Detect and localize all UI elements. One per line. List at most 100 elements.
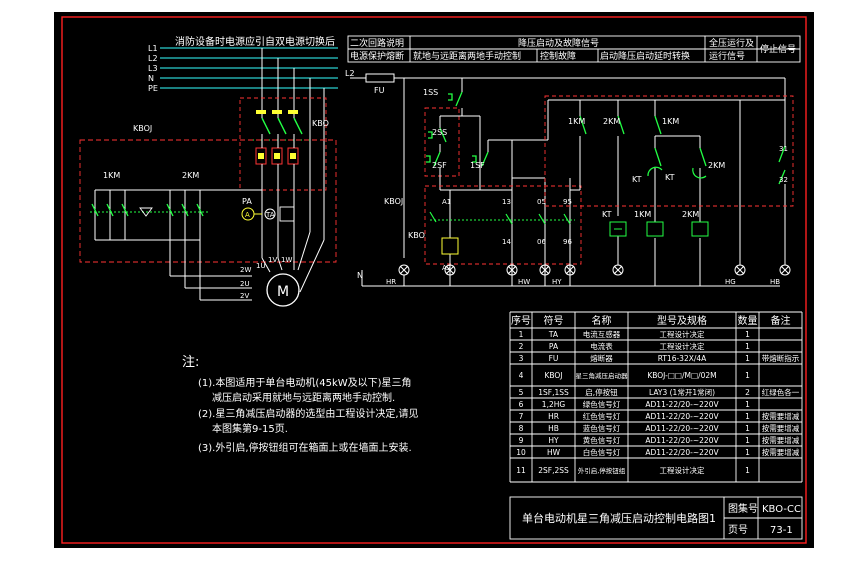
terminal-95: 95 <box>563 198 572 206</box>
note-line: 本图集第9-15页. <box>212 422 288 435</box>
table-cell: 1 <box>745 330 750 339</box>
table-cell: 红绿色各一 <box>762 387 800 397</box>
header-cell: 降压启动及故障信号 <box>518 37 599 49</box>
table-cell: 1 <box>745 354 750 363</box>
header-cell: 启动降压启动延时转换 <box>600 50 690 62</box>
n-label: N <box>357 271 363 280</box>
table-cell: 电流表 <box>590 341 613 351</box>
note-line: 减压启动采用就地与远距离两地手动控制. <box>212 391 395 404</box>
table-header-cell: 型号及规格 <box>657 314 707 327</box>
coil-label: 1KM <box>634 210 651 219</box>
table-cell: LAY3 (1常开1常闭) <box>649 388 715 397</box>
header-cell: 控制故障 <box>540 50 576 62</box>
table-cell: KBOJ-□□/M□/02M <box>647 371 716 380</box>
table-cell: 7 <box>519 412 524 421</box>
table-cell: TA <box>548 330 559 339</box>
kboj-control-label: KBOJ <box>384 197 403 206</box>
table-cell: 熔断器 <box>590 353 613 363</box>
svg-text:A: A <box>245 211 250 219</box>
table-cell: 1SF,1SS <box>538 388 569 397</box>
bus-label: L2 <box>148 54 158 63</box>
table-cell: 工程设计决定 <box>660 341 705 351</box>
header-cell: 停止信号 <box>760 43 796 55</box>
table-cell: HY <box>548 436 559 445</box>
table-cell: AD11-22/20-~220V <box>645 400 719 409</box>
stop-button-1ss-label: 1SS <box>423 88 438 97</box>
motor-terminal: 2W <box>240 266 251 274</box>
table-cell: 电流互感器 <box>583 329 621 339</box>
table-cell: 11 <box>516 466 526 475</box>
terminal-96: 96 <box>563 238 572 246</box>
table-cell: 1 <box>745 400 750 409</box>
header-cell: 二次回路说明 <box>350 37 404 49</box>
contact-label: 2KM <box>708 161 725 170</box>
contact-label: KT <box>665 173 675 182</box>
table-cell: 9 <box>519 436 524 445</box>
table-cell: 1 <box>745 342 750 351</box>
table-cell: AD11-22/20-~220V <box>645 412 719 421</box>
contact-label: 1KM <box>568 117 585 126</box>
table-cell: 1 <box>745 412 750 421</box>
table-cell: 1 <box>745 436 750 445</box>
terminal-06: 06 <box>537 238 546 246</box>
bus-label: PE <box>148 84 158 93</box>
table-cell: 蓝色信号灯 <box>583 423 621 433</box>
contact-label: 2KM <box>603 117 620 126</box>
contact-label: 31 <box>779 145 788 153</box>
ct-label: TA <box>265 211 275 219</box>
table-cell: AD11-22/20-~220V <box>645 436 719 445</box>
page-number: 73-1 <box>770 525 793 536</box>
table-cell: 2 <box>519 342 524 351</box>
table-cell: 5 <box>519 388 524 397</box>
lamp-label: HR <box>386 278 396 286</box>
header-cell: 全压运行及 <box>709 37 754 49</box>
table-cell: 2 <box>745 388 750 397</box>
start-button-2sf-label: 2SF <box>432 161 447 170</box>
atlas-number: KBO-CC <box>762 504 801 515</box>
table-cell: RT16-32X/4A <box>658 354 707 363</box>
coil-label: 2KM <box>682 210 699 219</box>
table-cell: 红色信号灯 <box>583 411 621 421</box>
table-cell: 8 <box>519 424 524 433</box>
lamp-label: HB <box>770 278 780 286</box>
table-cell: 黄色信号灯 <box>583 435 621 445</box>
contact-label: KT <box>632 175 642 184</box>
contactor-1km-label: 1KM <box>103 171 120 180</box>
table-cell: 按需要增减 <box>762 411 800 421</box>
table-cell: 4 <box>519 371 524 380</box>
qf-label: KBO <box>312 119 329 128</box>
drawing-page: 消防设备时电源应引自双电源切换后 L1 L2 L3 N PE KBO KBOJ … <box>0 0 867 562</box>
header-cell: 就地与远距离两地手动控制 <box>413 50 521 62</box>
terminal-14: 14 <box>502 238 511 246</box>
table-cell: AD11-22/20-~220V <box>645 448 719 457</box>
bus-label: L3 <box>148 64 158 73</box>
contact-label: 32 <box>779 176 788 184</box>
drawing-title: 单台电动机星三角减压启动控制电路图1 <box>522 511 716 525</box>
table-cell: 3 <box>519 354 524 363</box>
header-cell: 电源保护熔断 <box>350 50 404 62</box>
lamp-label: HY <box>552 278 562 286</box>
bus-label: N <box>148 74 154 83</box>
table-header-cell: 序号 <box>511 314 531 327</box>
motor-terminal: 2U <box>240 280 250 288</box>
motor-terminal: 1W <box>281 256 292 264</box>
table-header-cell: 名称 <box>592 314 612 327</box>
fuse-label: FU <box>374 86 385 95</box>
table-cell: 1 <box>745 466 750 475</box>
table-cell: HW <box>547 448 561 457</box>
table-cell: 1 <box>745 424 750 433</box>
table-cell: PA <box>549 342 559 351</box>
note-line: (3).外引启,停按钮组可在箱面上或在墙面上安装. <box>198 441 412 454</box>
motor-label: M <box>277 284 289 300</box>
kbo-control-label: KBO <box>408 231 425 240</box>
contact-label: 1KM <box>662 117 679 126</box>
schematic-canvas: 消防设备时电源应引自双电源切换后 L1 L2 L3 N PE KBO KBOJ … <box>0 0 867 562</box>
table-cell: 带熔断指示 <box>762 353 800 363</box>
l2-label: L2 <box>345 69 355 78</box>
stop-button-2ss-label: 2SS <box>432 128 447 137</box>
page-label: 页号 <box>728 524 748 536</box>
motor-terminal: 2V <box>240 292 249 300</box>
table-header-cell: 数量 <box>738 314 758 327</box>
table-header-cell: 符号 <box>544 314 564 327</box>
bus-label: L1 <box>148 44 158 53</box>
